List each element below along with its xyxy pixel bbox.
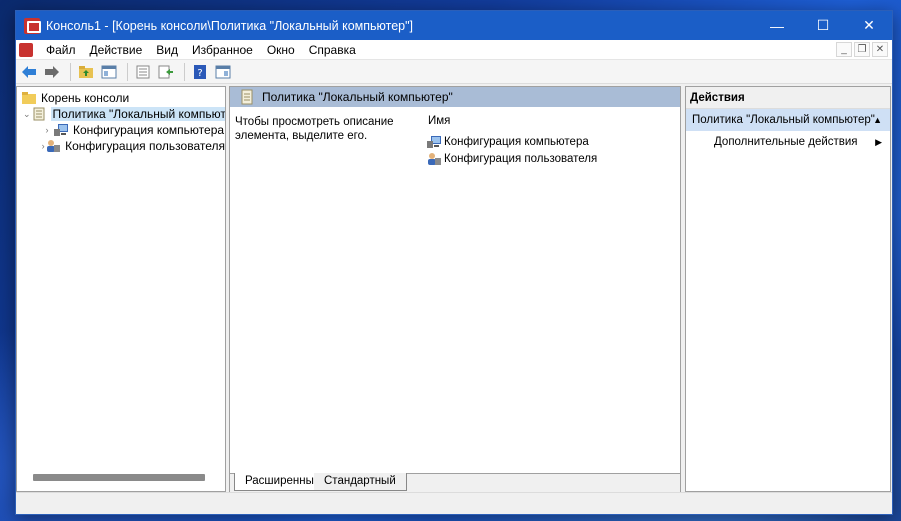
show-hide-actions-icon [215,65,231,78]
toolbar-separator [127,62,128,81]
list-item-label: Конфигурация пользователя [444,152,598,165]
collapse-arrow-icon[interactable]: ▲ [873,115,882,125]
main-content: Корень консоли ⌄ Политика "Локальный ком… [16,86,892,492]
export-list-icon [158,65,173,78]
show-hide-tree-icon [101,65,117,78]
results-list: Имя Конфигурация компьютера Конфигурация… [426,115,597,167]
tree-item-user-config[interactable]: › Конфигурация пользователя [17,138,225,154]
help-icon: ? [194,64,206,79]
mmc-app-icon[interactable] [24,17,41,34]
menu-action[interactable]: Действие [83,43,150,57]
tree-item-local-policy[interactable]: ⌄ Политика "Локальный компьютер" [17,106,225,122]
user-config-icon [47,140,61,152]
policy-scroll-icon [241,89,253,105]
toolbar-separator [184,62,185,81]
console-tree-pane[interactable]: Корень консоли ⌄ Политика "Локальный ком… [16,86,226,492]
submenu-arrow-icon: ▶ [875,136,882,147]
status-bar [16,492,892,514]
show-hide-tree-button[interactable] [99,62,119,82]
tree-label-computer-config: Конфигурация компьютера [73,123,225,137]
export-list-button[interactable] [156,62,176,82]
menu-bar: Файл Действие Вид Избранное Окно Справка… [16,40,892,60]
policy-scroll-icon [33,107,45,121]
folder-icon [22,92,36,104]
mdi-minimize-button[interactable]: _ [836,42,852,57]
maximize-button[interactable]: ☐ [800,11,846,40]
toolbar: ? [16,60,892,84]
show-hide-actions-button[interactable] [213,62,233,82]
back-button[interactable] [19,62,39,82]
help-button[interactable]: ? [190,62,210,82]
actions-pane: Действия Политика "Локальный компьютер" … [685,86,891,492]
menu-favorites[interactable]: Избранное [185,43,260,57]
tree-label-local-policy: Политика "Локальный компьютер" [50,107,225,121]
menu-help[interactable]: Справка [302,43,363,57]
tree-horizontal-scrollbar[interactable] [33,474,205,481]
list-item-computer-config[interactable]: Конфигурация компьютера [426,133,597,150]
window-title: Консоль1 - [Корень консоли\Политика "Лок… [46,18,414,33]
view-tabs: Расширенный Стандартный [230,473,680,492]
list-item-label: Конфигурация компьютера [444,135,589,148]
results-header: Политика "Локальный компьютер" [230,87,680,107]
item-description: Чтобы просмотреть описание элемента, выд… [235,116,394,142]
forward-arrow-icon [45,65,59,78]
close-button[interactable]: ✕ [846,11,892,40]
tab-standard[interactable]: Стандартный [314,473,407,491]
minimize-button[interactable]: — [754,11,800,40]
collapse-chevron-icon[interactable]: ⌄ [23,109,31,120]
computer-config-icon [54,124,68,136]
actions-section-label: Политика "Локальный компьютер" [692,114,875,126]
tree-label-user-config: Конфигурация пользователя [65,139,225,153]
properties-button[interactable] [133,62,153,82]
mdi-close-button[interactable]: ✕ [872,42,888,57]
up-level-button[interactable] [76,62,96,82]
menu-file[interactable]: Файл [39,43,83,57]
expand-chevron-icon[interactable]: › [41,125,53,135]
mdi-restore-button[interactable]: ❐ [854,42,870,57]
window-controls: — ☐ ✕ [754,11,892,40]
console-document-icon[interactable] [19,42,33,57]
title-bar[interactable]: Консоль1 - [Корень консоли\Политика "Лок… [16,11,892,40]
menu-window[interactable]: Окно [260,43,302,57]
tree-item-computer-config[interactable]: › Конфигурация компьютера [17,122,225,138]
toolbar-separator [70,62,71,81]
list-item-user-config[interactable]: Конфигурация пользователя [426,150,597,167]
results-header-title: Политика "Локальный компьютер" [262,90,453,104]
results-pane: Политика "Локальный компьютер" Чтобы про… [229,86,681,492]
actions-title: Действия [686,87,890,109]
forward-button[interactable] [42,62,62,82]
properties-icon [136,65,150,78]
column-header-name[interactable]: Имя [426,115,597,133]
actions-section-local-policy[interactable]: Политика "Локальный компьютер" ▲ [686,109,890,131]
back-arrow-icon [22,65,36,78]
more-actions-label: Дополнительные действия [714,136,858,148]
svg-text:?: ? [197,68,202,79]
user-config-icon [428,152,441,165]
up-folder-icon [79,65,93,78]
computer-config-icon [427,135,441,148]
tree-item-console-root[interactable]: Корень консоли [17,90,225,106]
tree-label-console-root: Корень консоли [41,91,130,105]
mmc-window: Консоль1 - [Корень консоли\Политика "Лок… [15,10,893,515]
more-actions-item[interactable]: Дополнительные действия ▶ [686,131,890,153]
mdi-controls: _ ❐ ✕ [836,42,888,57]
menu-view[interactable]: Вид [149,43,185,57]
